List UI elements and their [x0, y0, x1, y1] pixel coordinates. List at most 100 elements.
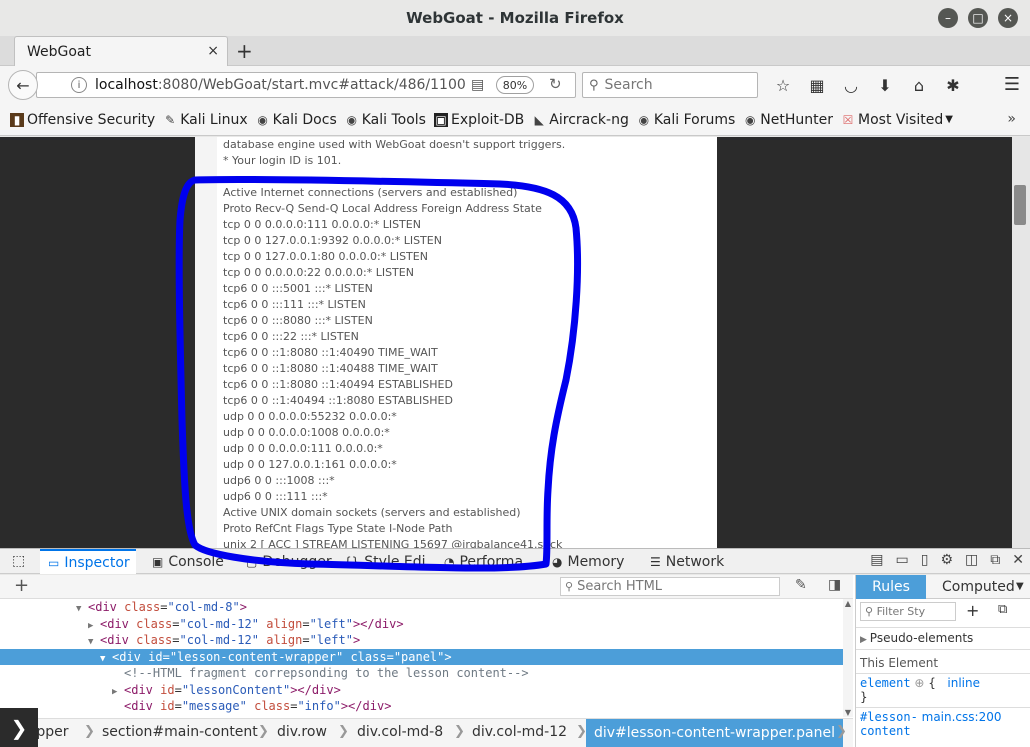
devtools-body: + ⚲ Search HTML ✎ ◨ ▼ <div class="col-md-… — [0, 575, 1030, 747]
breadcrumb-scroll-left-icon[interactable]: ❯ — [0, 708, 38, 747]
breadcrumb-lesson-content-wrapper[interactable]: div#lesson-content-wrapper.panel — [586, 719, 843, 747]
layout-icon[interactable]: ▤ — [870, 552, 883, 568]
tab-title: WebGoat — [27, 44, 92, 60]
overflow-chevron-icon[interactable]: » — [1007, 111, 1016, 127]
bookmark-kali-forums[interactable]: ◉ Kali Forums — [637, 112, 736, 128]
collapsed-twisty-icon[interactable]: ▶ — [112, 684, 124, 701]
minimize-button[interactable]: – — [938, 8, 958, 28]
breadcrumb-separator-icon: ❯ — [258, 724, 269, 739]
bookmark-kali-docs[interactable]: ◉ Kali Docs — [256, 112, 336, 128]
dom-node-col-md-12-b[interactable]: ▼ <div class="col-md-12" align="left"> — [0, 632, 843, 649]
breadcrumb-main-content[interactable]: section#main-content — [102, 724, 258, 740]
page-content: database engine used with WebGoat doesn'… — [0, 137, 1030, 548]
bookmark-most-visited[interactable]: ☒ Most Visited ▼ — [841, 112, 953, 128]
search-icon: ⚲ — [565, 580, 574, 593]
search-bar[interactable]: ⚲ Search — [582, 72, 758, 98]
download-icon[interactable]: ⬇ — [868, 76, 902, 95]
breadcrumb-row[interactable]: div.row — [277, 724, 327, 740]
tab-network[interactable]: ☰ Network — [650, 549, 730, 574]
pseudo-elements-toggle[interactable]: ▶ Pseudo-elements — [860, 631, 973, 645]
home-icon[interactable]: ⌂ — [902, 76, 936, 95]
back-button[interactable]: ← — [8, 70, 38, 100]
settings-gear-icon[interactable]: ⚙ — [940, 552, 953, 568]
rules-divider — [856, 627, 1030, 628]
search-html-input[interactable]: ⚲ Search HTML — [560, 577, 780, 596]
output-line: udp 0 0 0.0.0.0:1008 0.0.0.0:* — [223, 426, 390, 439]
expanded-twisty-icon[interactable]: ▼ — [76, 601, 88, 618]
tab-inspector[interactable]: ▭ Inspector — [40, 549, 136, 574]
dock-side-icon[interactable]: ◫ — [965, 552, 978, 568]
dom-node-lesson-content-wrapper[interactable]: ▼ <div id="lesson-content-wrapper" class=… — [0, 648, 843, 668]
dom-node-lesson-content[interactable]: ▶ <div id="lessonContent"></div> — [0, 682, 843, 699]
breadcrumb-separator-icon: ❯ — [84, 724, 95, 739]
add-rule-icon[interactable]: + — [966, 601, 979, 620]
bookmark-nethunter[interactable]: ◉ NetHunter — [743, 112, 833, 128]
inspector-icon: ▭ — [48, 555, 60, 570]
bookmark-offensive-security[interactable]: ▮ Offensive Security — [10, 112, 155, 128]
dom-node-col-md-12-a[interactable]: ▶ <div class="col-md-12" align="left"></d… — [0, 616, 843, 633]
reader-view-icon[interactable]: ▤ — [471, 77, 484, 93]
element-picker-icon[interactable]: ⬚ — [12, 553, 25, 569]
tab-debugger[interactable]: ▢ Debugger — [246, 549, 338, 574]
breadcrumb-scroll-right-icon[interactable]: ❯ — [836, 724, 847, 739]
pocket-icon[interactable]: ◡ — [834, 76, 868, 95]
toggle-pseudo-class-icon[interactable]: ⧉ — [998, 602, 1007, 617]
bookmark-exploit-db[interactable]: ▣ Exploit-DB — [433, 112, 524, 128]
url-bar[interactable]: i localhost :8080/WebGoat/start.mvc#atta… — [36, 72, 576, 98]
zoom-indicator[interactable]: 80% — [496, 76, 534, 94]
expanded-twisty-icon[interactable]: ▼ — [88, 634, 100, 651]
tab-webgoat[interactable]: WebGoat × — [14, 36, 228, 67]
bookmark-kali-tools[interactable]: ◉ Kali Tools — [345, 112, 426, 128]
hamburger-menu-icon[interactable]: ☰ — [1004, 74, 1020, 95]
output-line: tcp 0 0 127.0.0.1:9392 0.0.0.0:* LISTEN — [223, 234, 442, 247]
tab-memory[interactable]: ◕ Memory — [552, 549, 630, 574]
breadcrumb-col-md-12[interactable]: div.col-md-12 — [472, 724, 567, 740]
tab-rules[interactable]: Rules — [856, 575, 926, 599]
bookmark-aircrack-ng[interactable]: ◣ Aircrack-ng — [532, 112, 629, 128]
tab-console[interactable]: ▣ Console — [152, 549, 240, 574]
responsive-icon[interactable]: ▯ — [921, 552, 929, 568]
globe-icon: ◉ — [346, 112, 357, 127]
eyedropper-icon[interactable]: ✎ — [795, 577, 807, 593]
toggle-sidebar-icon[interactable]: ◨ — [828, 577, 841, 593]
split-console-icon[interactable]: ▭ — [896, 552, 909, 568]
scroll-down-icon[interactable]: ▼ — [843, 708, 853, 717]
site-info-icon[interactable]: i — [71, 77, 87, 93]
bookmark-kali-linux[interactable]: ✎ Kali Linux — [163, 112, 248, 128]
dom-node-col-md-8[interactable]: ▼ <div class="col-md-8"> — [0, 599, 843, 616]
tabs-overflow-icon[interactable]: ▼ — [1016, 575, 1024, 599]
scroll-up-icon[interactable]: ▲ — [843, 599, 853, 608]
tab-computed[interactable]: Computed — [942, 575, 1015, 599]
maximize-button[interactable]: □ — [968, 8, 988, 28]
dom-node-message[interactable]: <div id="message" class="info"></div> — [0, 698, 843, 715]
reload-icon[interactable]: ↻ — [549, 75, 562, 93]
back-arrow-icon: ← — [16, 75, 30, 95]
output-line: tcp 0 0 0.0.0.0:22 0.0.0.0:* LISTEN — [223, 266, 414, 279]
add-node-icon[interactable]: + — [14, 575, 29, 596]
new-tab-button[interactable]: + — [236, 39, 253, 63]
bookmark-star-icon[interactable]: ☆ — [766, 76, 800, 95]
collapsed-twisty-icon: ▶ — [860, 635, 870, 645]
url-path: :8080/WebGoat/start.mvc#attack/486/1100 — [157, 77, 466, 93]
devtools-controls: ▤ ▭ ▯ ⚙ ◫ ⧉ ✕ — [870, 552, 1024, 568]
expanded-twisty-icon[interactable]: ▼ — [100, 651, 112, 668]
close-tab-icon[interactable]: × — [207, 43, 219, 59]
close-devtools-icon[interactable]: ✕ — [1012, 552, 1024, 568]
extension-icon[interactable]: ✱ — [936, 76, 970, 95]
undock-icon[interactable]: ⧉ — [990, 552, 1000, 568]
dom-node-comment[interactable]: <!--HTML fragment correpsonding to the l… — [0, 665, 843, 682]
tab-performance[interactable]: ◔ Performa… — [444, 549, 540, 574]
filter-styles-input[interactable]: ⚲ Filter Sty — [860, 602, 956, 621]
dom-tree-scrollbar[interactable]: ▲ ▼ — [843, 599, 853, 717]
lesson-content-rule[interactable]: #lesson- main.css:200 — [860, 710, 1001, 724]
style-editor-icon: {} — [344, 554, 360, 569]
lesson-output: database engine used with WebGoat doesn'… — [217, 137, 717, 548]
close-window-button[interactable]: × — [998, 8, 1018, 28]
reading-list-icon[interactable]: ▦ — [800, 76, 834, 95]
breadcrumb-col-md-8[interactable]: div.col-md-8 — [357, 724, 443, 740]
highlight-icon[interactable]: ⊕ — [914, 676, 924, 690]
element-rule[interactable]: element ⊕ { inline — [860, 676, 980, 690]
tab-style-editor[interactable]: {} Style Edi… — [344, 549, 440, 574]
page-scrollbar-thumb[interactable] — [1014, 185, 1026, 225]
